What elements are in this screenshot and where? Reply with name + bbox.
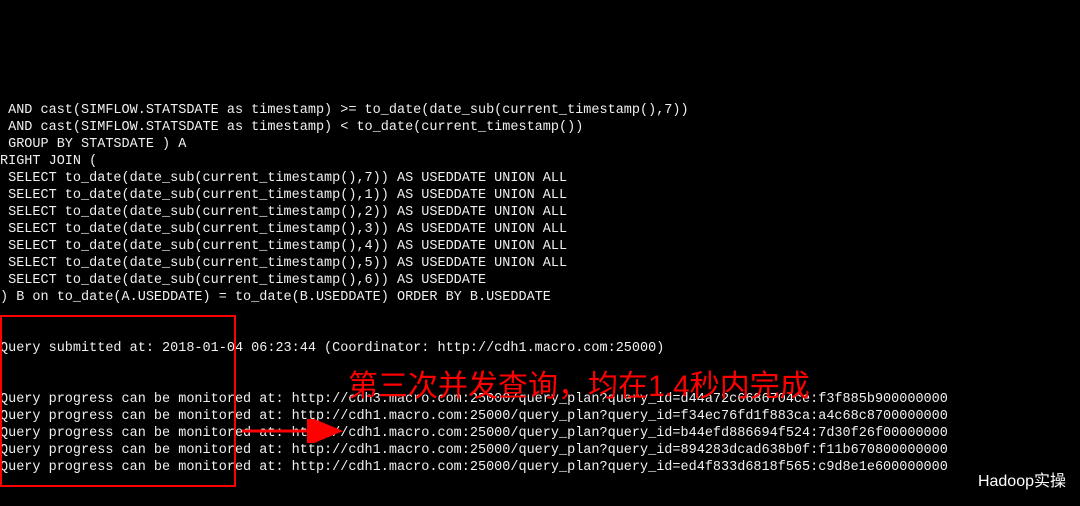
sql-line: AND cast(SIMFLOW.STATSDATE as timestamp)… bbox=[0, 102, 1080, 119]
sql-line: RIGHT JOIN ( bbox=[0, 153, 1080, 170]
query-submitted-line: Query submitted at: 2018-01-04 06:23:44 … bbox=[0, 340, 1080, 357]
query-progress-line: Query progress can be monitored at: http… bbox=[0, 391, 1080, 408]
query-progress-line: Query progress can be monitored at: http… bbox=[0, 442, 1080, 459]
sql-line: GROUP BY STATSDATE ) A bbox=[0, 136, 1080, 153]
sql-line: SELECT to_date(date_sub(current_timestam… bbox=[0, 272, 1080, 289]
sql-line: SELECT to_date(date_sub(current_timestam… bbox=[0, 221, 1080, 238]
sql-line: SELECT to_date(date_sub(current_timestam… bbox=[0, 238, 1080, 255]
query-progress-line: Query progress can be monitored at: http… bbox=[0, 459, 1080, 476]
sql-line: SELECT to_date(date_sub(current_timestam… bbox=[0, 255, 1080, 272]
query-progress-line: Query progress can be monitored at: http… bbox=[0, 408, 1080, 425]
sql-line: SELECT to_date(date_sub(current_timestam… bbox=[0, 187, 1080, 204]
sql-line: SELECT to_date(date_sub(current_timestam… bbox=[0, 204, 1080, 221]
sql-line: ) B on to_date(A.USEDDATE) = to_date(B.U… bbox=[0, 289, 1080, 306]
sql-line: SELECT to_date(date_sub(current_timestam… bbox=[0, 170, 1080, 187]
terminal-output[interactable]: AND cast(SIMFLOW.STATSDATE as timestamp)… bbox=[0, 68, 1080, 506]
sql-line: AND cast(SIMFLOW.STATSDATE as timestamp)… bbox=[0, 119, 1080, 136]
query-progress-line: Query progress can be monitored at: http… bbox=[0, 425, 1080, 442]
